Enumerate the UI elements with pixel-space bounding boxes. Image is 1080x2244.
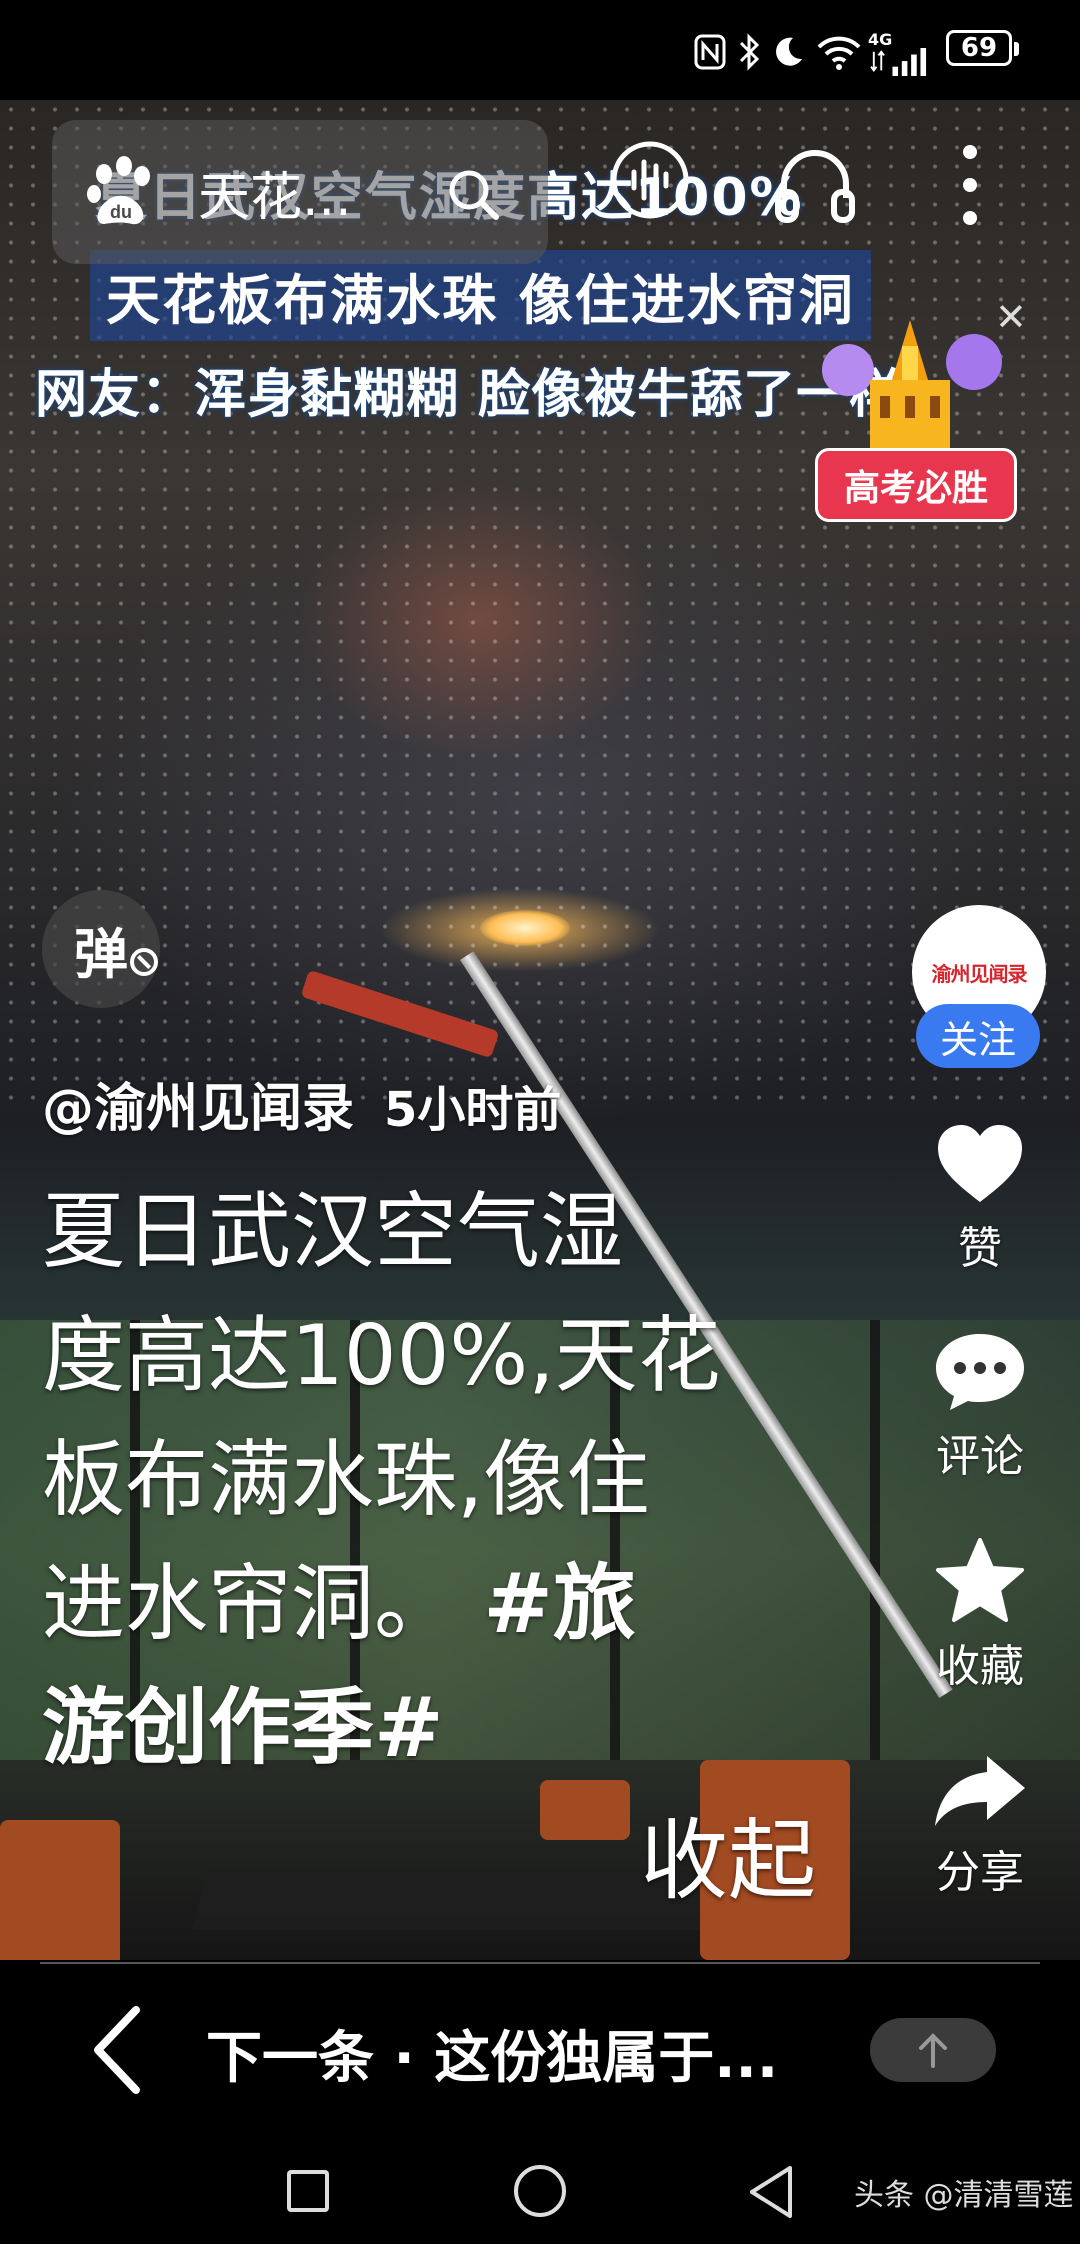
description-line: 进水帘洞。 #旅 <box>42 1542 862 1666</box>
video-caption-line: 网友：浑身黏糊糊 脸像被牛舔了一样 <box>35 365 903 425</box>
post-time: 5小时前 <box>384 1082 562 1138</box>
hashtag-link[interactable]: #旅 <box>483 1555 636 1652</box>
headphone-icon[interactable] <box>770 140 860 230</box>
baidu-paw-icon: du <box>82 152 162 232</box>
svg-text:du: du <box>110 202 132 222</box>
video-frame-mullion <box>870 1320 880 1760</box>
voice-wave-icon[interactable] <box>610 140 690 220</box>
watermark: 头条 @清清雪莲 <box>854 2178 1074 2213</box>
video-frame-light <box>480 910 570 946</box>
favorite-label: 收藏 <box>936 1641 1024 1692</box>
nfc-icon <box>692 30 728 74</box>
search-icon[interactable] <box>444 165 504 225</box>
video-description[interactable]: 夏日武汉空气湿 度高达100%,天花 板布满水珠,像住 进水帘洞。 #旅 游创作… <box>42 1170 862 1790</box>
share-icon <box>935 1756 1025 1826</box>
moon-icon <box>770 30 806 74</box>
arrow-up-icon <box>919 2033 947 2068</box>
comment-button[interactable]: 评论 <box>915 1330 1045 1484</box>
danmu-toggle-button[interactable]: 弹 <box>42 890 160 1008</box>
signal-icon: 4G <box>868 32 938 76</box>
video-frame-chair <box>0 1820 120 1960</box>
share-button[interactable]: 分享 <box>915 1752 1045 1900</box>
description-line: 夏日武汉空气湿 <box>42 1183 623 1280</box>
description-line: 度高达100%,天花 <box>42 1307 721 1404</box>
recent-apps-icon[interactable] <box>287 2170 329 2212</box>
home-icon[interactable] <box>514 2165 566 2217</box>
collapse-button[interactable]: 收起 <box>640 1790 816 1917</box>
avatar-logo-text: 渝州见闻录 <box>931 961 1028 986</box>
description-line: 板布满水珠,像住 <box>42 1431 650 1528</box>
hashtag-link[interactable]: 游创作季# <box>42 1679 444 1776</box>
heart-icon <box>938 1125 1022 1202</box>
more-icon[interactable] <box>955 140 985 230</box>
star-icon <box>936 1538 1024 1622</box>
scroll-up-button[interactable] <box>870 2018 996 2082</box>
bluetooth-icon <box>736 30 762 74</box>
author-info[interactable]: @渝州见闻录 5小时前 <box>42 1066 561 1141</box>
like-button[interactable]: 赞 <box>915 1122 1045 1276</box>
like-label: 赞 <box>958 1223 1002 1274</box>
share-label: 分享 <box>936 1847 1024 1898</box>
back-chevron-icon[interactable] <box>88 2004 148 2096</box>
favorite-button[interactable]: 收藏 <box>915 1536 1045 1694</box>
status-bar: 4G 69 <box>0 0 1080 100</box>
search-query-text[interactable]: 天花... <box>198 155 352 230</box>
danmu-label: 弹 <box>74 922 128 986</box>
danmu-off-icon <box>130 948 158 976</box>
wifi-icon <box>814 30 864 74</box>
comment-label: 评论 <box>936 1431 1024 1482</box>
comment-icon <box>936 1334 1024 1410</box>
description-line: 游创作季# <box>42 1666 862 1790</box>
back-triangle-icon[interactable] <box>746 2164 796 2220</box>
battery-icon: 69 <box>946 30 1019 66</box>
promo-badge[interactable]: 高考必胜 <box>815 448 1017 522</box>
description-text: 进水帘洞。 <box>42 1555 484 1652</box>
author-handle[interactable]: @渝州见闻录 <box>42 1066 354 1141</box>
next-video-title[interactable]: 下一条 · 这份独属于... <box>206 2013 778 2094</box>
follow-button[interactable]: 关注 <box>916 1004 1040 1068</box>
